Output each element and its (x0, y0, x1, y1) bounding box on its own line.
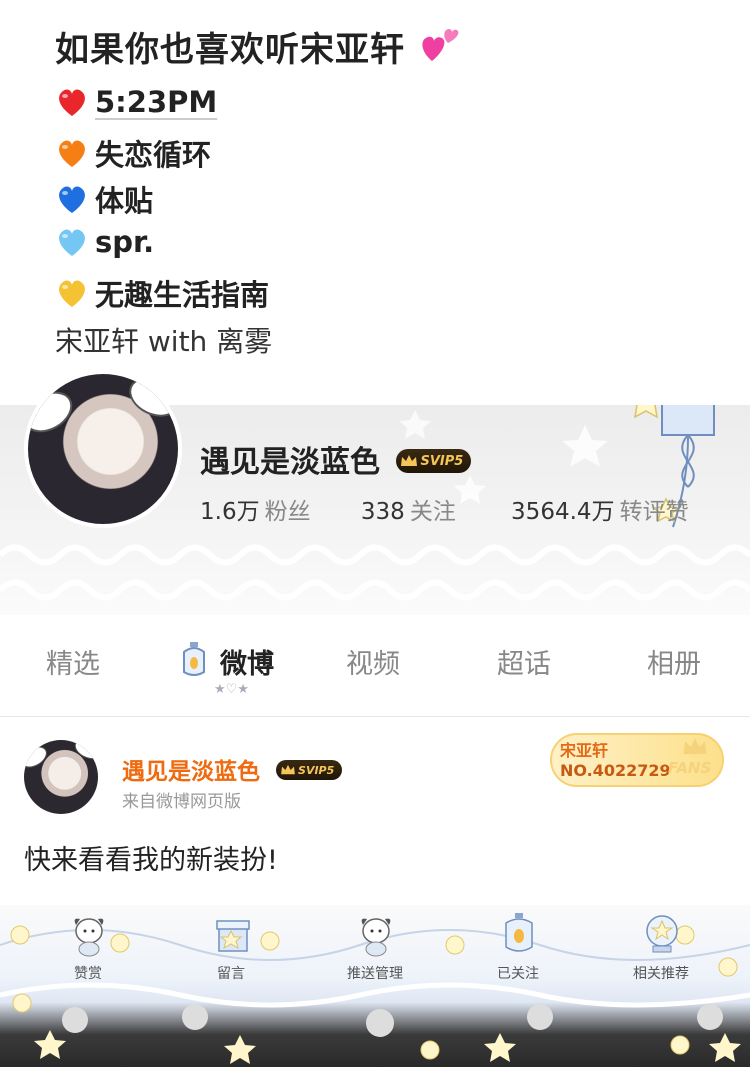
ear-decoration (28, 383, 80, 441)
toolbar-reward[interactable]: 赞赏 (28, 905, 148, 985)
heart-icon (59, 186, 85, 213)
post-source: 来自微博网页版 (122, 792, 241, 812)
ear-decoration (122, 374, 178, 425)
tab-featured[interactable]: 精选 (46, 642, 100, 681)
profile-username[interactable]: 遇见是淡蓝色 SVIP5 (200, 437, 472, 481)
gift-box-icon (216, 920, 250, 952)
heart-icon (59, 89, 85, 116)
song-line: spr. (55, 225, 154, 259)
tab-video[interactable]: 视频 (346, 642, 400, 681)
puppy-icon (361, 918, 391, 957)
intro-heading: 如果你也喜欢听宋亚轩 (55, 22, 462, 71)
tab-divider (0, 716, 750, 717)
song-line: 无趣生活指南 (55, 272, 269, 314)
song-title: 失恋循环 (95, 138, 212, 172)
heart-icon (59, 229, 85, 256)
sparkling-heart-icon (422, 29, 459, 61)
toolbar-followed[interactable]: 已关注 (458, 905, 578, 985)
profile-tabs: 精选 微博 ★♡★ 视频 超话 相册 (0, 630, 750, 700)
likes-stat[interactable]: 3564.4万 转评赞 (511, 499, 689, 525)
profile-avatar[interactable] (24, 370, 182, 528)
star-globe-icon (646, 915, 678, 953)
post-action-bar: 赞赏 留言 推送管理 已关注 相关推荐 (0, 905, 750, 1067)
fans-stat[interactable]: 1.6万 粉丝 (200, 499, 311, 525)
crown-icon (683, 738, 707, 755)
svip-badge[interactable]: SVIP5 (396, 449, 472, 473)
fan-card-title: 宋亚轩 (560, 741, 609, 760)
song-title: spr. (95, 225, 155, 259)
fan-card-number: NO.4022729 (560, 761, 671, 780)
tab-weibo[interactable]: 微博 (220, 642, 274, 681)
crown-icon (401, 455, 418, 466)
song-line: 5:23PM (55, 85, 217, 119)
post-username[interactable]: 遇见是淡蓝色 SVIP5 (122, 752, 343, 786)
lantern-icon (505, 913, 533, 952)
svip-badge[interactable]: SVIP5 (276, 760, 343, 780)
fan-card-word: FANS (668, 759, 712, 777)
lantern-icon (180, 642, 208, 684)
ear-decoration (24, 742, 51, 772)
ear-decoration (71, 740, 98, 764)
song-title: 无趣生活指南 (95, 278, 270, 312)
toolbar-recommend[interactable]: 相关推荐 (601, 905, 721, 985)
puppy-icon (74, 918, 104, 957)
profile-stats: 1.6万 粉丝 338 关注 3564.4万 转评赞 (200, 492, 689, 526)
post-avatar[interactable] (24, 740, 98, 814)
song-title: 5:23PM (95, 85, 218, 119)
song-line: 体贴 (55, 178, 153, 220)
intro-subtitle: 宋亚轩 with 离雾 (55, 325, 273, 358)
heart-icon (59, 280, 85, 307)
tab-album[interactable]: 相册 (647, 642, 701, 681)
crown-icon (281, 764, 295, 775)
fan-card-badge[interactable]: 宋亚轩 NO.4022729 FANS (550, 733, 724, 787)
tab-supertopic[interactable]: 超话 (497, 642, 551, 681)
song-line: 失恋循环 (55, 132, 211, 174)
tab-active-indicator: ★♡★ (214, 682, 249, 697)
post-content: 快来看看我的新装扮! (24, 845, 278, 876)
follow-stat[interactable]: 338 关注 (361, 499, 456, 525)
toolbar-comment[interactable]: 留言 (171, 905, 291, 985)
heart-icon (59, 140, 85, 167)
toolbar-push-settings[interactable]: 推送管理 (315, 905, 435, 985)
song-title: 体贴 (95, 184, 154, 218)
